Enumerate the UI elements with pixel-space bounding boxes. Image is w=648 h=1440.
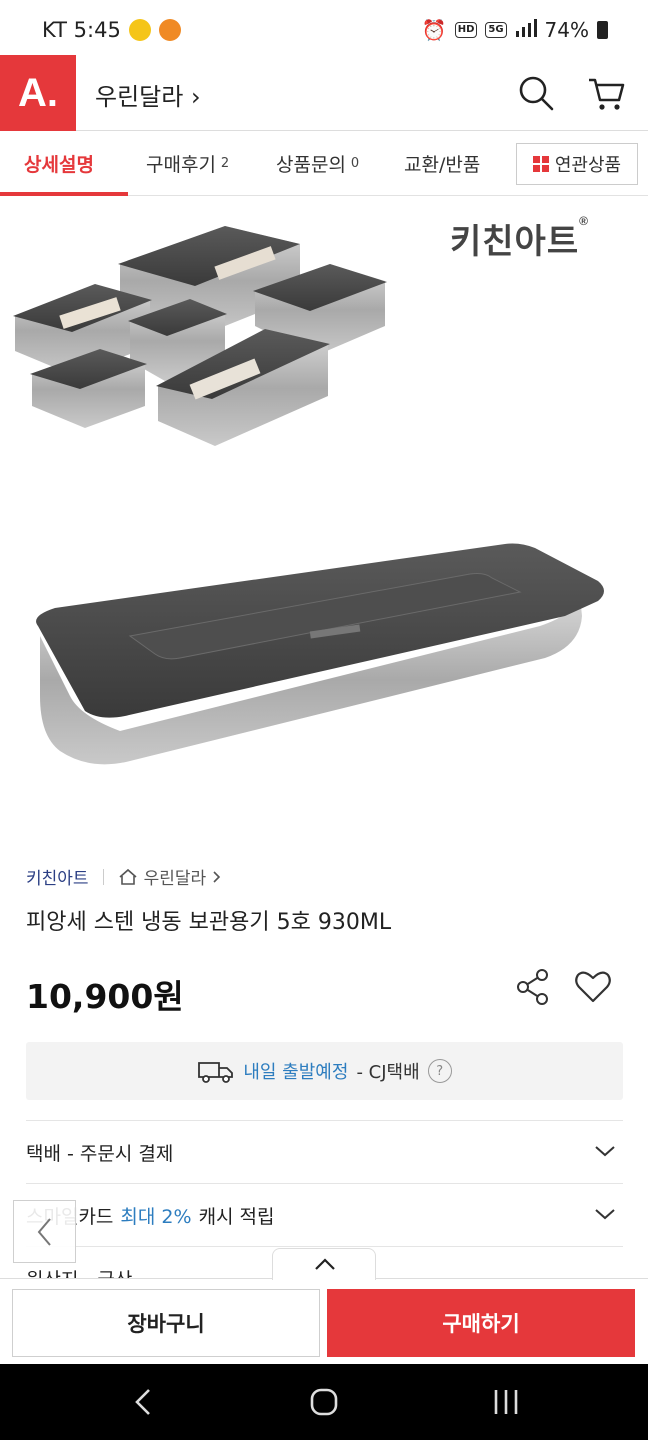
- back-icon[interactable]: [124, 1382, 164, 1422]
- share-icon[interactable]: [514, 968, 552, 1006]
- store-name-link[interactable]: 우린달라 ›: [95, 77, 201, 112]
- network-5g-label: 5G: [485, 22, 507, 38]
- product-price: 10,900원: [26, 977, 184, 1016]
- chevron-down-icon: [595, 1146, 615, 1157]
- store-link-label: 우린달라: [143, 869, 207, 889]
- system-nav-bar: [0, 1364, 648, 1440]
- row-suffix: 캐시 적립: [198, 1206, 275, 1228]
- alarm-icon: ⏰: [421, 18, 447, 42]
- product-title: 피앙세 스텐 냉동 보관용기 5호 930ML: [26, 910, 392, 935]
- status-right: ⏰ HD 5G 74%: [422, 18, 608, 42]
- home-nav-icon[interactable]: [304, 1382, 344, 1422]
- product-tabs: 상세설명 구매후기 2 상품문의 0 교환/반품 연관상품: [0, 132, 648, 196]
- add-to-cart-button[interactable]: 장바구니: [12, 1289, 320, 1357]
- delivery-eta: 내일 출발예정: [243, 1062, 349, 1083]
- tab-label: 교환/반품: [404, 153, 481, 176]
- hd-label: HD: [454, 22, 478, 38]
- related-products-button[interactable]: 연관상품: [516, 143, 638, 185]
- help-icon[interactable]: ?: [427, 1059, 452, 1083]
- delivery-info: 내일 출발예정 - CJ택배 ?: [26, 1042, 623, 1100]
- chevron-up-icon: [315, 1258, 335, 1270]
- container-set-illustration: [13, 226, 387, 446]
- purchase-bar: 장바구니 구매하기: [0, 1278, 648, 1364]
- tab-count: 2: [220, 155, 230, 171]
- home-icon: [119, 868, 137, 885]
- tab-label: 상품문의: [276, 153, 346, 176]
- grid-icon: [532, 156, 549, 172]
- brand-link[interactable]: 키친아트: [26, 864, 89, 889]
- row-label: 택배 - 주문시 결제: [26, 1143, 174, 1165]
- tab-label: 상세설명: [24, 153, 94, 176]
- product-image: 키친아트®: [0, 196, 648, 828]
- heart-icon[interactable]: [574, 968, 612, 1006]
- app-logo[interactable]: A.: [0, 55, 76, 131]
- expand-panel-button[interactable]: [272, 1248, 376, 1280]
- buy-now-button[interactable]: 구매하기: [327, 1289, 635, 1357]
- recents-icon[interactable]: [486, 1382, 526, 1422]
- tab-reviews[interactable]: 구매후기 2: [146, 132, 229, 194]
- app-header: A. 우린달라 ›: [0, 55, 648, 131]
- tab-exchange-return[interactable]: 교환/반품: [404, 132, 480, 194]
- truck-icon: [198, 1062, 234, 1083]
- tab-questions[interactable]: 상품문의 0: [276, 132, 359, 194]
- chevron-down-icon: [595, 1209, 615, 1220]
- chevron-left-icon: [37, 1217, 51, 1246]
- status-bar: KT 5:45 ⏰ HD 5G 74%: [0, 0, 648, 60]
- shipping-fee-row[interactable]: 택배 - 주문시 결제: [26, 1120, 623, 1184]
- divider: [102, 868, 104, 885]
- status-left: KT 5:45: [42, 18, 181, 42]
- row-highlight: 최대 2%: [120, 1206, 192, 1228]
- prev-button[interactable]: [13, 1200, 76, 1263]
- product-photo: [13, 226, 604, 765]
- notification-icon: [128, 19, 151, 41]
- smile-card-row[interactable]: 스마일카드 최대 2% 캐시 적립: [26, 1183, 623, 1247]
- carrier-time: KT 5:45: [42, 18, 121, 42]
- notification-icon: [158, 19, 181, 41]
- brand-store-row: 키친아트 우린달라: [26, 864, 222, 889]
- battery-icon: [597, 21, 608, 39]
- related-products-label: 연관상품: [554, 155, 622, 176]
- tab-label: 구매후기: [146, 153, 216, 176]
- search-icon[interactable]: [516, 73, 556, 113]
- delivery-carrier: - CJ택배: [356, 1062, 420, 1083]
- brand-logo: 키친아트®: [450, 214, 589, 261]
- store-link[interactable]: 우린달라: [118, 864, 223, 889]
- signal-icon: [515, 18, 537, 42]
- tab-details[interactable]: 상세설명: [24, 132, 94, 194]
- tab-count: 0: [350, 155, 360, 171]
- chevron-right-icon: [213, 870, 221, 883]
- cart-icon[interactable]: [586, 73, 626, 113]
- battery-percent: 74%: [544, 18, 589, 42]
- large-container-illustration: [36, 543, 604, 765]
